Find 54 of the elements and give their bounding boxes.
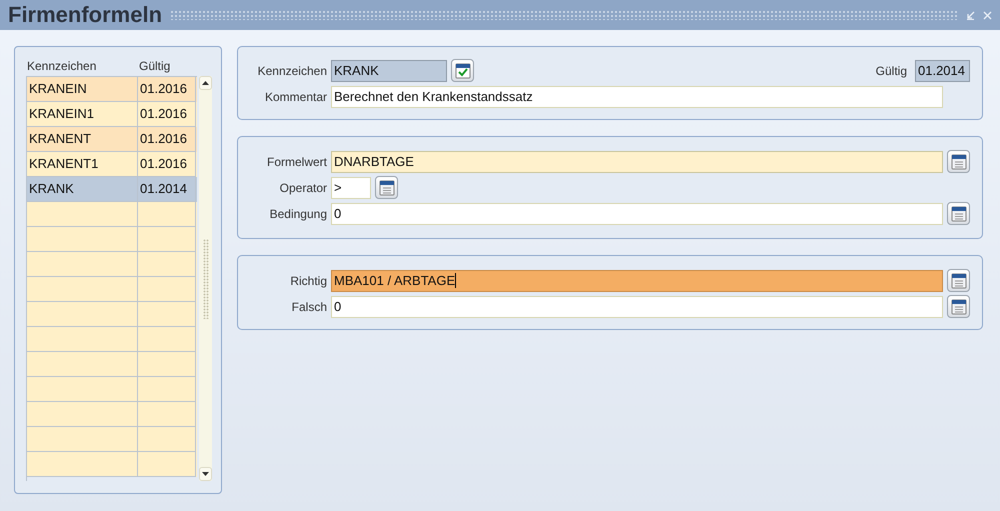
table-cell xyxy=(138,452,196,477)
list-calendar-icon xyxy=(378,180,394,196)
input-field[interactable]: 0 xyxy=(331,202,943,224)
table-cell-text: 01.2016 xyxy=(140,80,187,98)
input-field[interactable]: 0 xyxy=(331,296,943,318)
input-field[interactable]: 01.2014 xyxy=(915,60,970,82)
column-header[interactable]: Gültig xyxy=(138,57,197,75)
lookup-button[interactable] xyxy=(947,295,970,318)
check-calendar-icon xyxy=(454,62,470,78)
table-cell-text: 01.2014 xyxy=(140,180,187,198)
field-label: Operator xyxy=(278,180,327,196)
list-calendar-icon xyxy=(950,154,966,170)
scrollbar[interactable] xyxy=(199,76,212,481)
lookup-button[interactable] xyxy=(947,150,970,173)
lookup-button[interactable] xyxy=(947,269,970,292)
table-cell-text: KRANENT xyxy=(29,130,92,148)
lookup-button[interactable] xyxy=(375,176,398,199)
list-calendar-icon xyxy=(950,206,966,222)
field-label: Formelwert xyxy=(266,154,327,170)
list-calendar-icon xyxy=(950,272,966,288)
input-field[interactable]: > xyxy=(331,176,371,198)
table-row[interactable]: KRANEIN1 01.2016 xyxy=(27,102,197,127)
scroll-up-button[interactable] xyxy=(199,76,212,90)
table-row[interactable]: KRANEIN 01.2016 xyxy=(27,77,197,102)
lookup-button[interactable] xyxy=(947,202,970,225)
down-arrow-icon xyxy=(202,472,209,476)
scroll-grip[interactable] xyxy=(202,238,208,318)
field-label: Kennzeichen xyxy=(256,62,327,80)
field-label: Richtig xyxy=(289,272,327,290)
table-cell-text: 01.2016 xyxy=(140,155,187,174)
column-header[interactable]: Kennzeichen xyxy=(26,57,138,75)
field-label: Kommentar xyxy=(264,88,327,106)
field-label: Falsch xyxy=(290,298,327,316)
field-label: Bedingung xyxy=(268,206,327,222)
input-field[interactable]: KRANK xyxy=(331,60,447,82)
table-cell-text: KRANK xyxy=(29,180,74,198)
field-label: Gültig xyxy=(876,62,907,80)
table-cell-text: KRANENT1 xyxy=(29,155,98,174)
text-cursor xyxy=(455,273,456,288)
table-row[interactable]: KRANK 01.2014 xyxy=(27,177,197,202)
table-cell-text: 01.2016 xyxy=(140,130,187,148)
check-button[interactable] xyxy=(451,59,474,82)
table-cell-text: 01.2016 xyxy=(140,105,187,124)
scroll-down-button[interactable] xyxy=(199,467,212,481)
table-cell-text: KRANEIN xyxy=(29,80,87,98)
table-row[interactable]: KRANENT 01.2016 xyxy=(27,127,197,152)
up-arrow-icon xyxy=(202,81,209,85)
window-title: Firmenformeln xyxy=(8,4,162,26)
table-row[interactable]: KRANENT1 01.2016 xyxy=(27,152,197,177)
input-field[interactable]: MBA101 / ARBTAGE xyxy=(331,270,943,292)
list-calendar-icon xyxy=(950,298,966,314)
input-field[interactable]: DNARBTAGE xyxy=(331,150,943,172)
input-field[interactable]: Berechnet den Krankenstandssatz xyxy=(331,86,943,108)
table-cell-text: KRANEIN1 xyxy=(29,105,94,124)
